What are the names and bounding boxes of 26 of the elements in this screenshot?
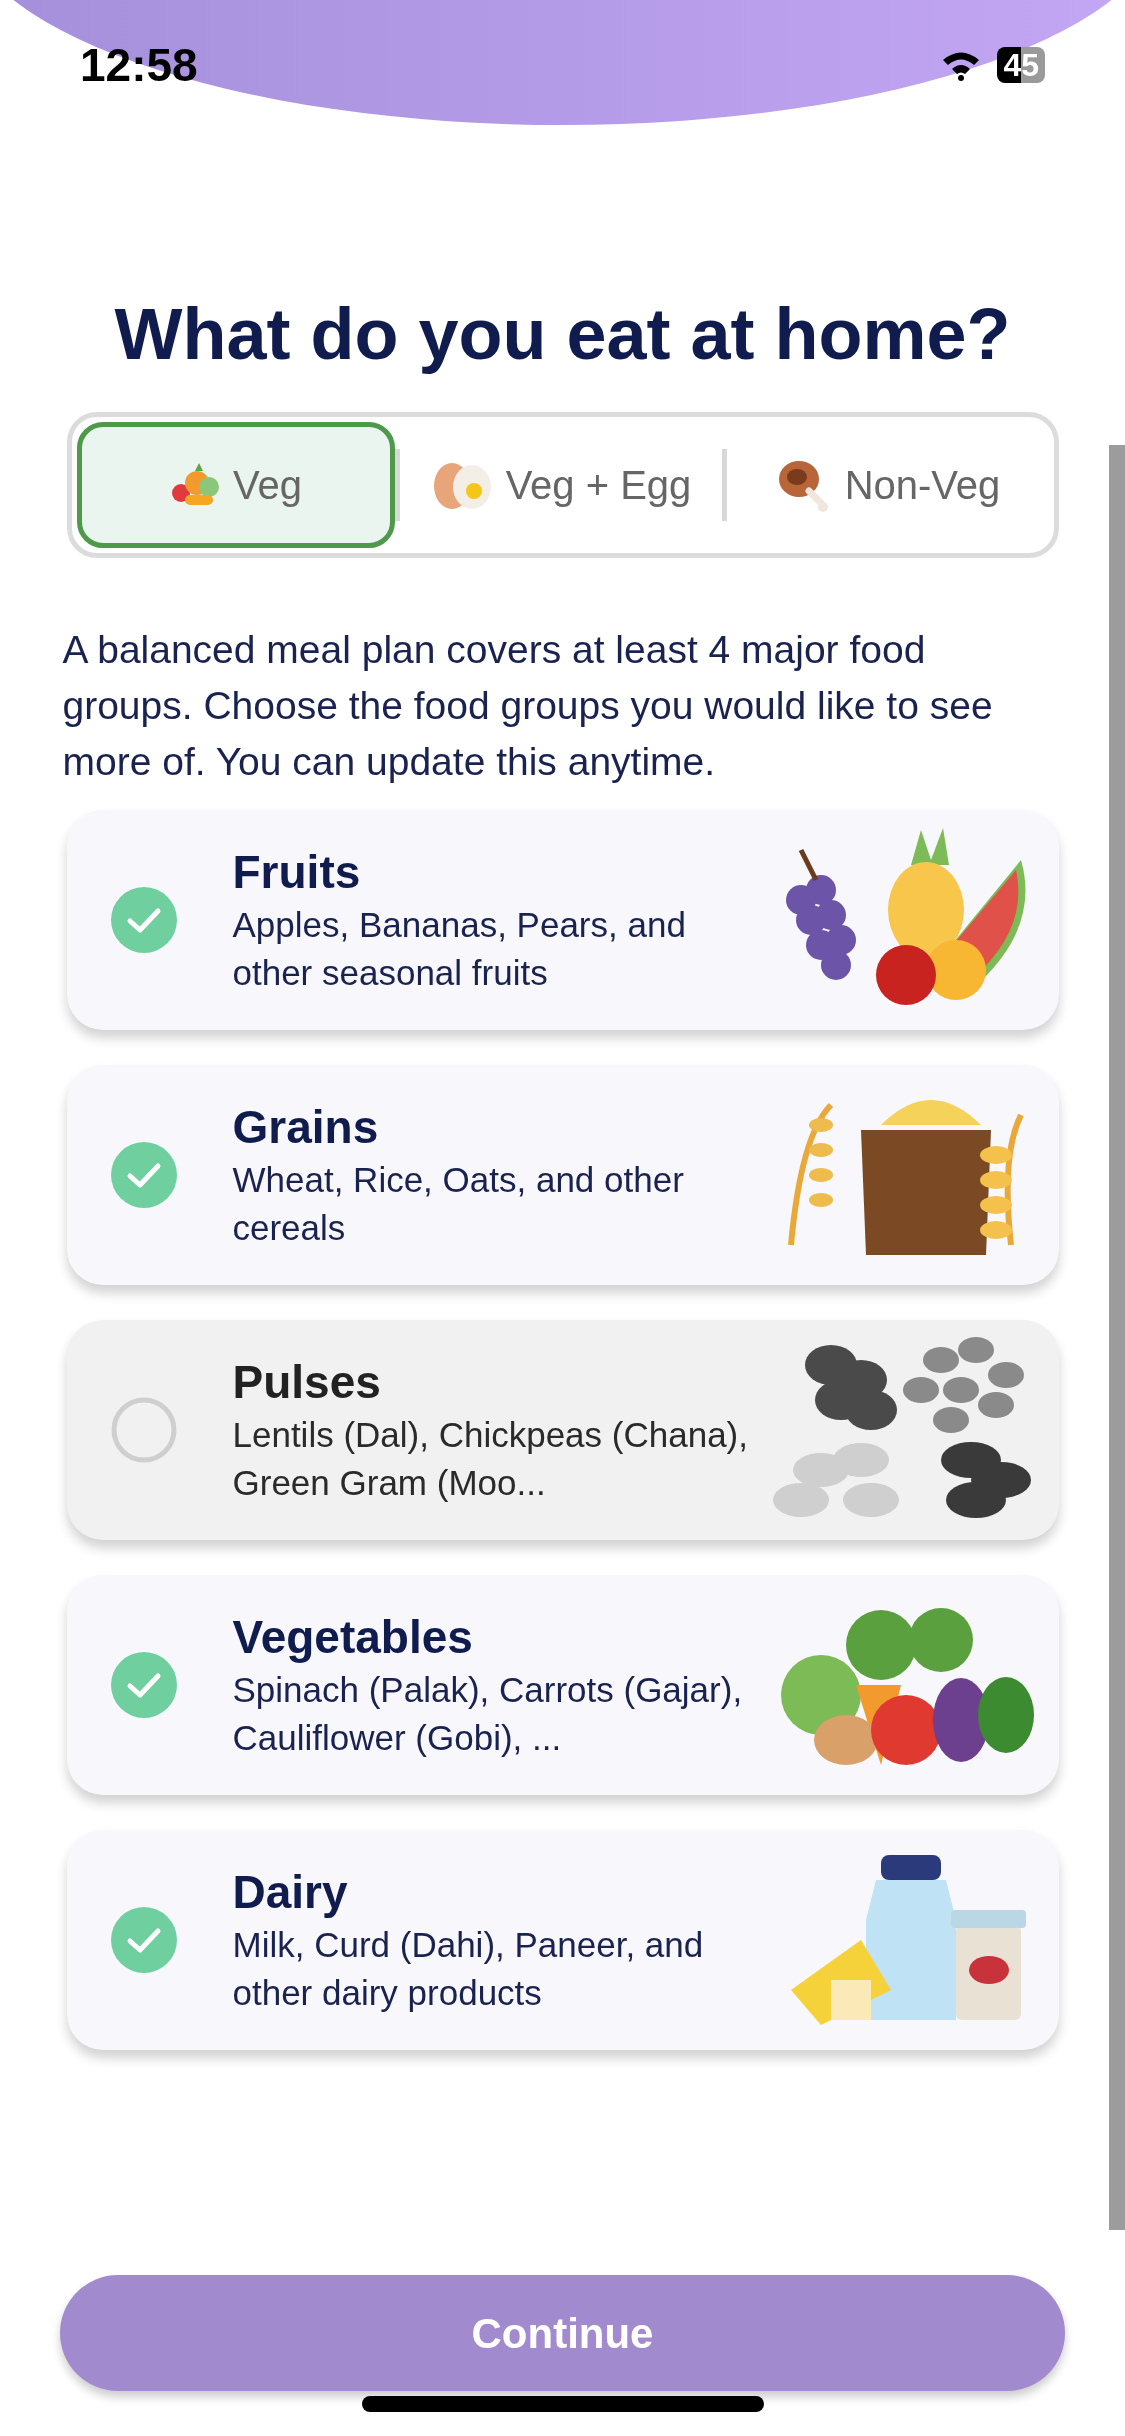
food-group-description: Lentils (Dal), Chickpeas (Chana), Green Gram (Moo... bbox=[232, 1414, 749, 1504]
battery-indicator: 45 bbox=[997, 47, 1045, 83]
food-group-title: Pulses bbox=[232, 1355, 382, 1410]
status-time: 12:58 bbox=[80, 37, 198, 93]
food-group-title: Vegetables bbox=[232, 1610, 474, 1665]
food-group-description: Wheat, Rice, Oats, and other cereals bbox=[232, 1159, 685, 1249]
intro-text: A balanced meal plan covers at least 4 major food groups. Choose the food groups you would like to see more of. You can update this anytime. bbox=[62, 627, 994, 785]
food-group-description: Apples, Bananas, Pears, and other seasonal fruits bbox=[232, 904, 687, 994]
empty-circle-icon bbox=[110, 1397, 177, 1463]
diet-tab[interactable]: Non-Veg bbox=[726, 422, 1049, 548]
food-group-card[interactable]: Fruits Apples, Bananas, Pears, and other seasonal fruits bbox=[66, 810, 1059, 1030]
food-group-card[interactable]: Vegetables Spinach (Palak), Carrots (Gajar), Cauliflower (Gobi), ... bbox=[66, 1575, 1059, 1795]
check-circle-icon bbox=[110, 1652, 177, 1718]
food-group-title: Dairy bbox=[232, 1865, 349, 1920]
diet-tab[interactable]: Veg bbox=[76, 422, 395, 548]
food-group-title: Grains bbox=[232, 1100, 380, 1155]
check-circle-icon bbox=[110, 1907, 177, 1973]
check-circle-icon bbox=[110, 887, 177, 953]
food-group-description: Milk, Curd (Dahi), Paneer, and other dairy products bbox=[232, 1924, 705, 2014]
diet-tab[interactable]: Veg + Egg bbox=[399, 422, 722, 548]
food-group-description: Spinach (Palak), Carrots (Gajar), Cauliflower (Gobi), ... bbox=[232, 1669, 744, 1759]
food-group-card[interactable]: Pulses Lentils (Dal), Chickpeas (Chana), Green Gram (Moo... bbox=[66, 1320, 1059, 1540]
food-group-title: Fruits bbox=[232, 845, 362, 900]
food-group-card[interactable]: Dairy Milk, Curd (Dahi), Paneer, and other dairy products bbox=[66, 1830, 1059, 2050]
check-circle-icon bbox=[110, 1142, 177, 1208]
food-group-card[interactable]: Grains Wheat, Rice, Oats, and other cereals bbox=[66, 1065, 1059, 1285]
